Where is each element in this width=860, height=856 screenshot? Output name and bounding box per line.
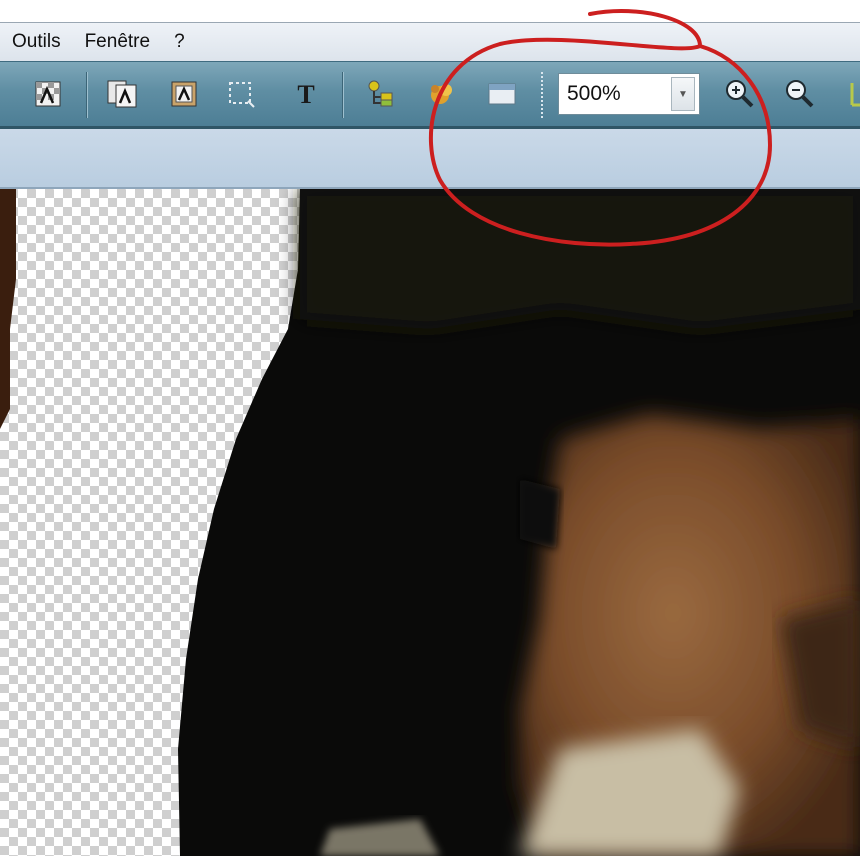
menu-help[interactable]: ? xyxy=(174,31,185,53)
selection-icon xyxy=(229,82,255,108)
zoom-in-icon xyxy=(726,80,754,108)
effects-button[interactable] xyxy=(424,76,460,112)
menu-bar: Outils Fenêtre ? xyxy=(0,23,860,61)
menu-fenetre[interactable]: Fenêtre xyxy=(85,31,150,53)
window-button[interactable] xyxy=(484,76,520,112)
window-top-strip xyxy=(0,0,860,23)
layers-button[interactable] xyxy=(362,76,398,112)
image-editor-window: Outils Fenêtre ? T 500% ▼ xyxy=(0,0,860,856)
image-properties-icon xyxy=(171,81,197,107)
svg-text:T: T xyxy=(297,80,314,109)
fit-button[interactable] xyxy=(840,76,860,112)
toolbar-separator xyxy=(342,72,343,118)
options-band xyxy=(0,129,860,189)
effects-icon xyxy=(431,84,452,104)
window-icon xyxy=(488,83,516,105)
zoom-out-button[interactable] xyxy=(782,76,818,112)
image-properties-button[interactable] xyxy=(166,76,202,112)
zoom-out-icon xyxy=(786,80,814,108)
toolbar-separator xyxy=(86,72,87,118)
zoomed-photo xyxy=(0,189,860,856)
zoom-value: 500% xyxy=(567,82,621,105)
zoom-select[interactable]: 500% ▼ xyxy=(558,73,700,115)
copy-image-icon xyxy=(107,80,137,108)
zoom-in-button[interactable] xyxy=(722,76,758,112)
fit-icon xyxy=(850,83,860,107)
layers-icon xyxy=(368,80,393,107)
text-icon: T xyxy=(297,80,314,109)
transparency-button[interactable] xyxy=(30,76,66,112)
text-button[interactable]: T xyxy=(288,76,324,112)
transparency-icon xyxy=(35,81,61,107)
toolbar: T 500% ▼ xyxy=(0,61,860,129)
selection-button[interactable] xyxy=(224,76,260,112)
image-canvas[interactable] xyxy=(0,189,860,856)
toolbar-separator xyxy=(541,72,544,118)
copy-image-button[interactable] xyxy=(104,76,140,112)
menu-outils[interactable]: Outils xyxy=(12,31,61,53)
chevron-down-icon[interactable]: ▼ xyxy=(671,77,695,111)
